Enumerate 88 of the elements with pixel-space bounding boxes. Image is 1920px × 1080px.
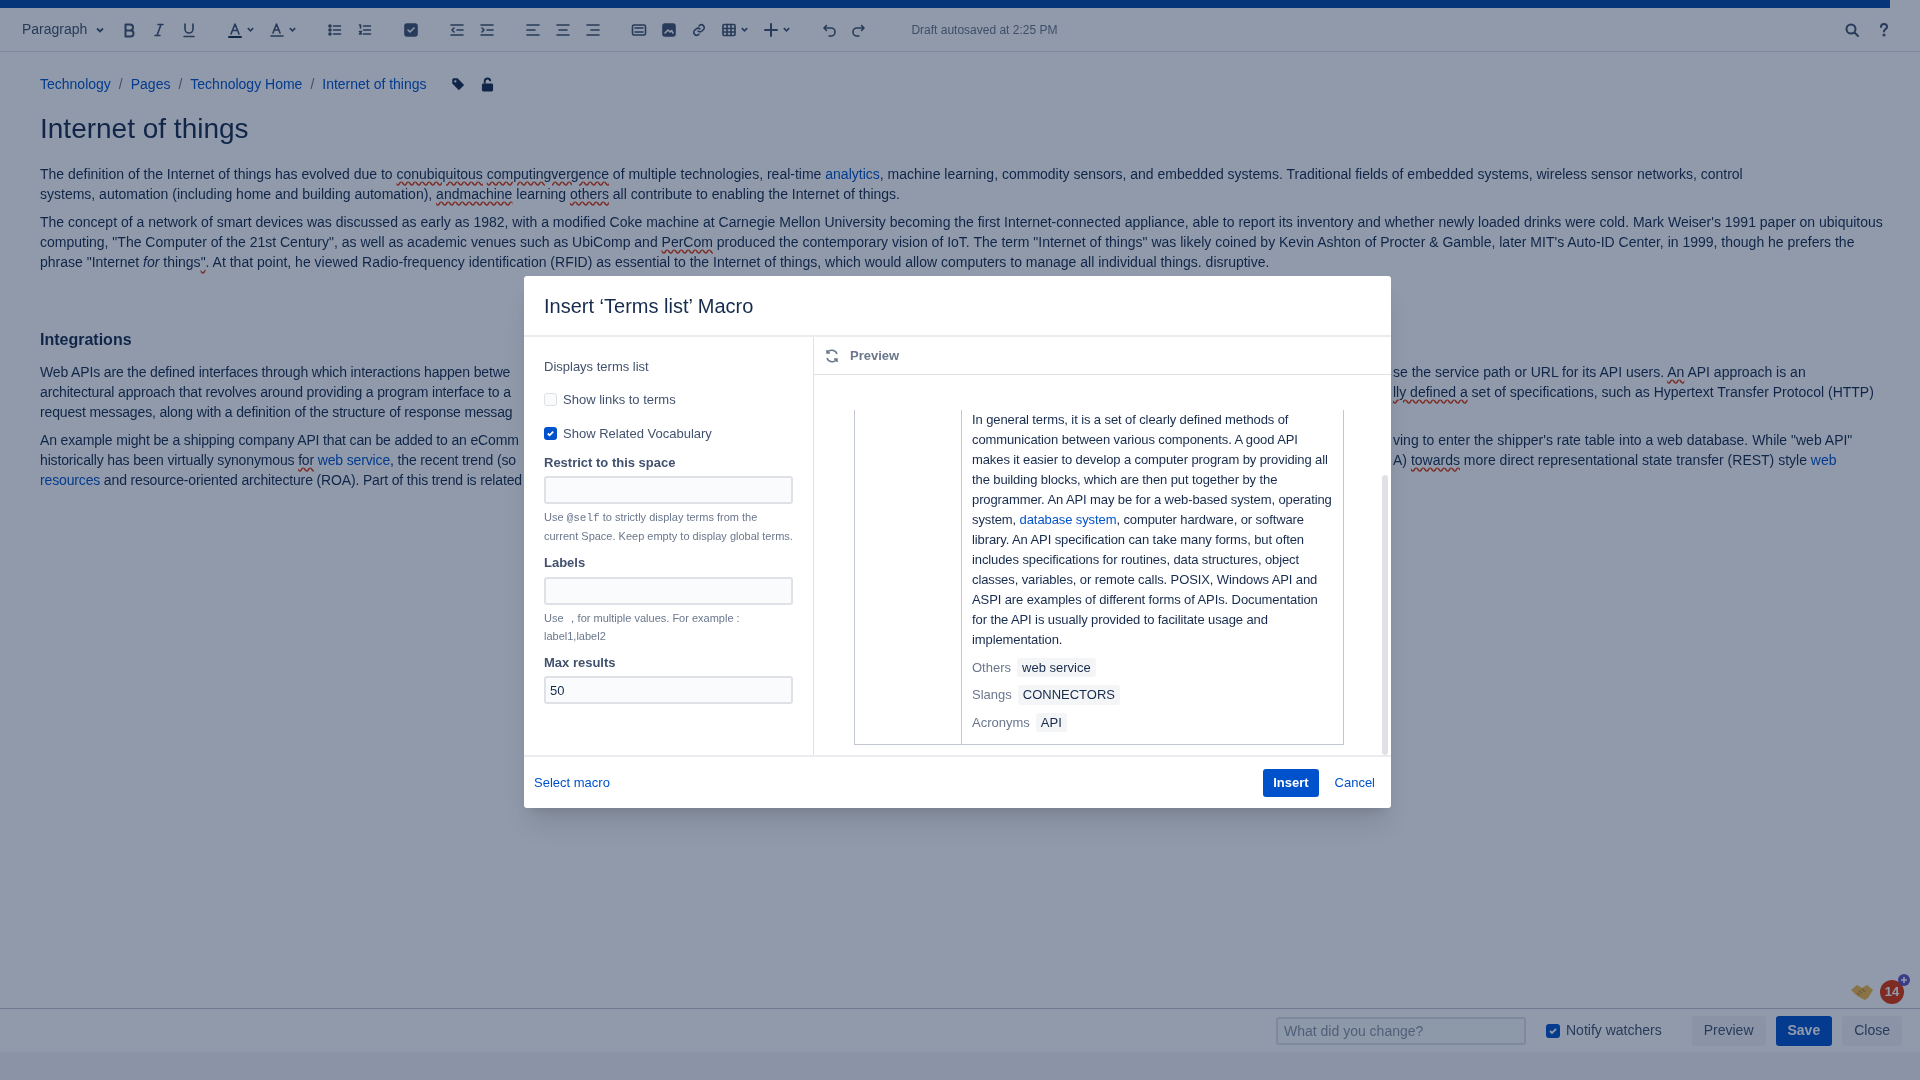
label-tag-icon[interactable] — [450, 77, 465, 91]
save-button[interactable]: Save — [1775, 1015, 1833, 1046]
paragraph-text: resources and resource-oriented architecture (ROA). Part of this trend is related — [40, 471, 523, 490]
outdent-icon[interactable] — [449, 21, 466, 38]
link[interactable]: analytics — [825, 166, 880, 182]
align-left-icon[interactable] — [525, 21, 542, 38]
paragraph: The definition of the Internet of things has evolved due to conubiquitous computingvergence of multiple technologies, real-time analytics, machine learning, commodity sensors, and embedded systems. Traditional fields of embedded systems, wireless sensor networks, control systems, automation (including home and building automation), andmachine learning others all contribute to enabling the Internet of things. — [40, 165, 1744, 204]
scrollbar-thumb[interactable] — [1382, 475, 1388, 755]
definition-text: In general terms, it is a set of clearly defined methods of communication between various components. A good API makes it easier to develop a computer program by providing all the building blocks, which are then put together by the programmer. An API may be for a web-based system, operating system, database system, computer hardware, or software library. An API specification can take many forms, but often includes specifications for routines, data structures, object classes, variables, or remote calls. POSIX, Windows API and ASPI are examples of different forms of APIs. Documentation for the API is usually provided to facilitate usage and implementation. — [972, 410, 1333, 649]
text-color-icon[interactable] — [227, 21, 244, 38]
link-icon[interactable] — [691, 21, 708, 38]
term-tag[interactable]: CONNECTORS — [1017, 685, 1120, 705]
breadcrumb-link[interactable]: Technology Home — [190, 73, 303, 95]
field-label: Restrict to this space — [544, 453, 677, 472]
link[interactable]: web service — [317, 452, 391, 468]
breadcrumb-link[interactable]: Pages — [130, 73, 171, 95]
paragraph-text: ving to enter the shipper's rate table into a web database. While "web API" — [1393, 431, 1853, 450]
input-field[interactable] — [544, 476, 793, 504]
paragraph-text: architectural approach that revolves around providing a program interface to a — [40, 383, 512, 402]
help-icon[interactable] — [1878, 21, 1890, 38]
numbered-list-icon[interactable] — [357, 21, 374, 38]
task-icon[interactable] — [403, 21, 420, 38]
autosave-status: Draft autosaved at 2:25 PM — [911, 21, 1058, 39]
footer-button[interactable]: Preview — [1691, 1015, 1766, 1046]
cancel-link[interactable]: Cancel — [1328, 772, 1381, 793]
field-label: Max results — [544, 653, 617, 672]
checkmark-icon — [1548, 1025, 1558, 1036]
hint-text: Use @self to strictly display terms from the current Space. Keep empty to display global terms. — [544, 510, 793, 544]
breadcrumb-separator: / — [118, 74, 123, 94]
checkbox[interactable] — [1546, 1023, 1560, 1038]
caret-icon[interactable] — [740, 25, 750, 34]
dialog-title: Insert ‘Terms list’ Macro — [544, 293, 754, 319]
plus-icon[interactable] — [763, 21, 780, 38]
clear-format-icon[interactable] — [269, 21, 286, 38]
paragraph-text: A) towards more direct representational state transfer (REST) style web — [1393, 451, 1837, 470]
select-macro-link[interactable]: Select macro — [534, 772, 610, 793]
paragraph-text: An example might be a shipping company API that can be added to an eComm — [40, 431, 520, 450]
handshake-icon[interactable] — [1850, 982, 1874, 1002]
link[interactable]: web — [1810, 452, 1837, 468]
related-label: Acronyms — [972, 713, 1030, 732]
notification-badge[interactable]: 14 — [1880, 980, 1904, 1004]
input-field[interactable] — [544, 576, 793, 605]
table-icon[interactable] — [721, 21, 738, 38]
comment-field[interactable]: What did you change? — [1276, 1016, 1526, 1045]
paragraph-text: request messages, along with a definition of the structure of response messag — [40, 403, 514, 422]
breadcrumb-separator: / — [310, 74, 315, 94]
plus-icon — [1898, 974, 1910, 986]
description-text: Displays terms list — [544, 358, 650, 376]
indent-icon[interactable] — [479, 21, 496, 38]
checkbox-label[interactable]: Notify watchers — [1566, 1020, 1662, 1041]
caret-icon[interactable] — [288, 25, 298, 34]
related-label: Slangs — [972, 686, 1012, 704]
checkbox-label[interactable]: Show Related Vocabulary — [563, 423, 712, 444]
page-title: Internet of things — [40, 112, 250, 146]
breadcrumb-link[interactable]: Internet of things — [322, 73, 427, 95]
insert-button[interactable]: Insert — [1263, 768, 1319, 797]
paragraph-text: se the service path or URL for its API users. An API approach is an — [1393, 363, 1806, 382]
hint-text: Use ，for multiple values. For example : label1,label2 — [544, 610, 741, 644]
preview-heading: Preview — [850, 346, 900, 365]
align-right-icon[interactable] — [585, 21, 602, 38]
input-field[interactable]: 50 — [544, 676, 793, 704]
related-label: Others — [972, 658, 1011, 677]
style-dropdown[interactable]: Paragraph — [20, 19, 108, 40]
align-center-icon[interactable] — [555, 21, 572, 38]
term-tag[interactable]: web service — [1017, 657, 1096, 677]
footer-button[interactable]: Close — [1842, 1015, 1902, 1046]
breadcrumb-separator: / — [178, 74, 183, 94]
caret-icon[interactable] — [782, 25, 792, 34]
paragraph-text: historically has been virtually synonymous for web service, the recent trend (so — [40, 451, 517, 470]
link[interactable]: resources — [40, 472, 101, 488]
section-heading: Integrations — [40, 330, 133, 350]
checkbox[interactable] — [544, 427, 557, 440]
checkmark-icon — [546, 429, 555, 438]
breadcrumb-link[interactable]: Technology — [40, 73, 111, 95]
refresh-icon[interactable] — [824, 347, 840, 364]
field-label: Labels — [544, 554, 587, 572]
paragraph-text: Web APIs are the defined interfaces through which interactions happen betwe — [40, 363, 512, 382]
caret-icon[interactable] — [246, 25, 256, 34]
checkbox[interactable] — [544, 393, 557, 406]
bullet-list-icon[interactable] — [327, 21, 344, 38]
underline-icon[interactable] — [181, 21, 198, 38]
image-icon[interactable] — [661, 21, 678, 38]
unlock-icon[interactable] — [480, 76, 494, 92]
term-tag[interactable]: API — [1035, 712, 1067, 732]
paragraph-text: lly defined a set of specifications, such as Hypertext Transfer Protocol (HTTP) — [1393, 383, 1874, 402]
checkbox-label[interactable]: Show links to terms — [563, 389, 676, 410]
search-icon[interactable] — [1844, 21, 1860, 38]
layout-icon[interactable] — [631, 21, 648, 38]
